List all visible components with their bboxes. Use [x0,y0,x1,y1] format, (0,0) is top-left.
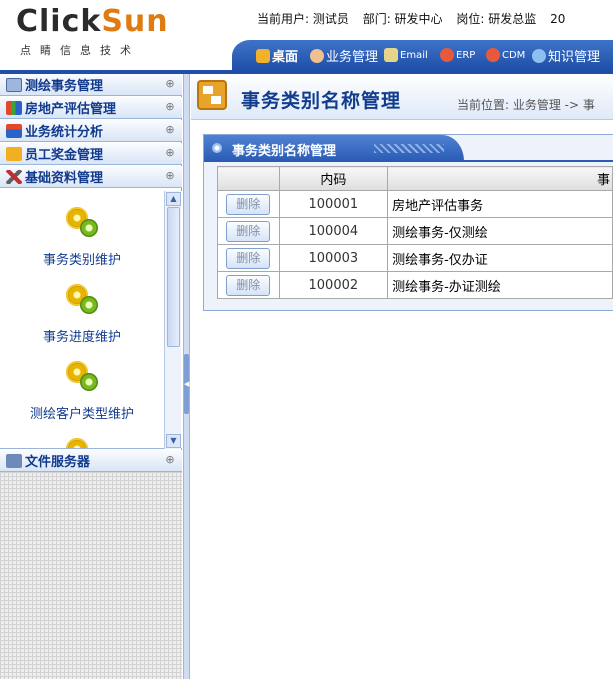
user-icon [310,48,324,63]
row-name: 测绘事务-仅办证 [387,244,613,272]
delete-button[interactable]: 删除 [226,274,271,296]
panel-title: 事务类别名称管理 [232,144,337,159]
submenu-partial-entry [0,436,164,448]
page-title: 事务类别名称管理 [241,90,402,112]
category-panel: 事务类别名称管理 内码 事 删除 100001 房地产评估事务 删除 10000… [203,134,613,311]
nav-email[interactable]: Email [384,48,428,62]
row-code: 100004 [278,217,389,245]
expand-icon[interactable]: ⊕ [164,454,176,466]
scroll-thumb[interactable] [167,207,180,347]
email-icon [384,48,398,62]
scroll-down-icon[interactable]: ▼ [166,434,181,448]
basic-data-submenu: 事务类别维护 事务进度维护 测绘客户类型维护 [0,191,182,449]
expand-icon[interactable]: ⊕ [164,101,176,113]
nav-desktop[interactable]: 桌面 [256,46,298,65]
submenu-scrollbar[interactable]: ▲ ▼ [164,191,181,449]
row-name: 测绘事务-仅测绘 [387,217,613,245]
sidebar-item-statistics[interactable]: 业务统计分析 ⊕ [0,120,182,142]
top-nav: 桌面 业务管理 Email ERP CDM 知识管理 [232,40,613,70]
row-name: 房地产评估事务 [387,190,613,218]
sidebar-item-survey-affairs[interactable]: 测绘事务管理 ⊕ [0,74,182,96]
user-info: 当前用户: 测试员 部门: 研发中心 岗位: 研发总监 20 [257,10,575,27]
table-row: 删除 100002 测绘事务-办证测绘 [217,271,613,299]
nav-business[interactable]: 业务管理 [310,46,378,65]
column-header-code: 内码 [278,166,389,191]
scroll-up-icon[interactable]: ▲ [166,192,181,206]
delete-button[interactable]: 删除 [226,220,271,242]
nav-knowledge[interactable]: 知识管理 [532,46,600,65]
gear-icon [64,436,100,448]
erp-icon [440,48,454,62]
category-table: 内码 事 删除 100001 房地产评估事务 删除 100004 测绘事务-仅测… [217,166,613,299]
panel-header: 事务类别名称管理 [204,135,464,161]
nav-cdm[interactable]: CDM [486,48,525,62]
bar-chart-icon [6,100,22,115]
logo-tagline: 点睛信息技术 [20,44,140,57]
header-decoration [374,144,444,153]
gear-icon [64,205,100,241]
column-header-name: 事 [387,166,613,191]
expand-icon[interactable]: ⊕ [164,124,176,136]
clicksun-logo: ClickSun [16,4,169,39]
server-icon [6,453,22,468]
submenu-affair-category[interactable]: 事务类别维护 [0,205,164,268]
sidebar-empty-area [0,472,182,679]
delete-button[interactable]: 删除 [226,247,271,269]
statistics-icon [6,123,22,138]
main-content: 事务类别名称管理 当前位置: 业务管理 -> 事 事务类别名称管理 内码 事 删… [191,74,613,679]
module-icon [197,80,227,110]
submenu-customer-type[interactable]: 测绘客户类型维护 [0,359,164,422]
bonus-icon [6,146,22,161]
table-row: 删除 100004 测绘事务-仅测绘 [217,217,613,245]
gear-icon [64,359,100,395]
row-code: 100003 [278,244,389,272]
sidebar: 测绘事务管理 ⊕ 房地产评估管理 ⊕ 业务统计分析 ⊕ 员工奖金管理 ⊕ 基础资… [0,74,182,679]
column-header-action [217,166,280,191]
row-code: 100002 [278,271,389,299]
row-name: 测绘事务-办证测绘 [387,271,613,299]
row-code: 100001 [278,190,389,218]
sidebar-splitter[interactable]: ◀ [183,74,190,679]
submenu-affair-progress[interactable]: 事务进度维护 [0,282,164,345]
expand-icon[interactable]: ⊕ [164,78,176,90]
breadcrumb: 当前位置: 业务管理 -> 事 [457,98,595,112]
table-row: 删除 100003 测绘事务-仅办证 [217,244,613,272]
title-bar: 事务类别名称管理 当前位置: 业务管理 -> 事 [191,74,613,120]
table-header-row: 内码 事 [217,166,613,191]
current-date: 20 [550,12,566,26]
delete-button[interactable]: 删除 [226,193,271,215]
current-user: 当前用户: 测试员 [257,12,349,26]
app-header: ClickSun 点睛信息技术 当前用户: 测试员 部门: 研发中心 岗位: 研… [0,0,613,74]
current-department: 部门: 研发中心 [362,12,443,26]
gear-icon [64,282,100,318]
sidebar-item-real-estate[interactable]: 房地产评估管理 ⊕ [0,97,182,119]
survey-icon [6,77,22,92]
bullet-icon [212,143,222,153]
table-row: 删除 100001 房地产评估事务 [217,190,613,218]
tools-icon [6,169,22,184]
sidebar-item-file-server[interactable]: 文件服务器 ⊕ [0,450,182,472]
current-post: 岗位: 研发总监 [456,12,537,26]
knowledge-icon [532,48,546,63]
collapse-handle-icon[interactable]: ◀ [184,354,189,414]
expand-icon[interactable]: ⊕ [164,170,176,182]
desktop-icon [256,48,270,63]
nav-erp[interactable]: ERP [440,48,475,62]
sidebar-item-bonus[interactable]: 员工奖金管理 ⊕ [0,143,182,165]
sidebar-item-basic-data[interactable]: 基础资料管理 ⊕ [0,166,182,188]
cdm-icon [486,48,500,62]
expand-icon[interactable]: ⊕ [164,147,176,159]
